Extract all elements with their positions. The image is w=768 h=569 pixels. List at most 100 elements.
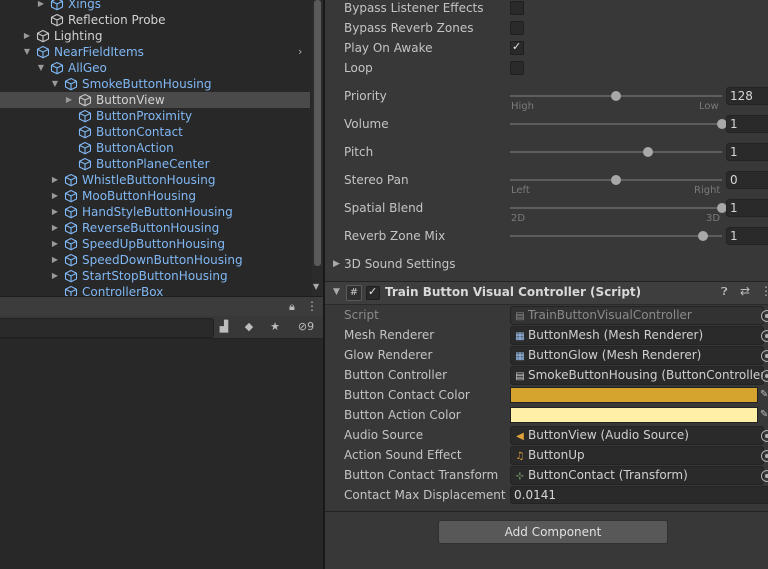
spatial-blend-slider[interactable] [510,203,727,213]
reverb-zone-mix-slider[interactable] [510,231,722,241]
hierarchy-item-label: ButtonAction [96,141,174,155]
volume-field[interactable]: 1 [726,115,768,133]
button-contact-color-swatch[interactable] [510,387,758,403]
expand-arrow-right-icon[interactable]: ▶ [50,172,60,188]
component-menu-icon[interactable]: ⋮ [760,284,768,298]
expand-arrow-right-icon[interactable]: ▶ [50,204,60,220]
hierarchy-item-label: SpeedUpButtonHousing [82,237,225,251]
hierarchy-item[interactable]: ▶ WhistleButtonHousing [0,172,310,188]
glow-renderer-field[interactable]: ▦ ButtonGlow (Mesh Renderer) [510,346,764,365]
scroll-down-arrow-icon[interactable]: ▼ [313,282,319,291]
expand-arrow-right-icon[interactable]: ▶ [64,92,74,108]
hierarchy-item[interactable]: ▶ StartStopButtonHousing [0,268,310,284]
hierarchy-item[interactable]: ButtonProximity [0,108,310,124]
expand-arrow-right-icon[interactable]: ▶ [50,236,60,252]
hierarchy-item[interactable]: ▶ HandStyleButtonHousing [0,204,310,220]
volume-slider[interactable] [510,119,727,129]
3d-sound-settings-foldout[interactable]: ▶ 3D Sound Settings [325,256,768,276]
script-file-icon: ▤ [515,311,525,322]
project-search-input[interactable] [0,318,214,338]
bypass-listener-effects-checkbox[interactable] [510,1,524,15]
audio-source-field[interactable]: ◀ ButtonView (Audio Source) [510,426,764,445]
action-sound-effect-picker-icon[interactable] [761,450,768,462]
reverb-zone-mix-slider-handle[interactable] [697,231,708,241]
hierarchy-panel: ▶ Xings Reflection Probe ▶ Lighting ▼ NearFiel… [0,0,310,296]
hierarchy-item-label: SpeedDownButtonHousing [82,253,243,267]
expand-arrow-right-icon[interactable]: ▶ [22,28,32,44]
prefab-cube-icon [78,157,92,171]
eyedropper-icon[interactable]: ✎ [760,389,768,400]
spatial-blend-hint-3d: 3D [706,213,721,224]
hierarchy-item[interactable]: ▶ ButtonView [0,92,310,108]
spatial-blend-label: Spatial Blend [344,201,424,215]
pitch-slider[interactable] [510,147,722,157]
expand-arrow-right-icon[interactable]: ▶ [50,188,60,204]
expand-arrow-right-icon[interactable]: ▶ [50,220,60,236]
priority-slider-handle[interactable] [611,91,621,101]
hierarchy-item[interactable]: ▼ SmokeButtonHousing [0,76,310,92]
favorites-star-icon[interactable]: ★ [264,318,286,336]
contact-max-displacement-field[interactable]: 0.0141 [510,486,768,504]
button-controller-field[interactable]: ▤ SmokeButtonHousing (ButtonController) [510,366,764,385]
hierarchy-item[interactable]: ButtonAction [0,140,310,156]
component-enabled-checkbox[interactable]: ✓ [366,285,380,300]
hierarchy-item[interactable]: ▶ SpeedDownButtonHousing [0,252,310,268]
priority-slider[interactable] [510,91,722,101]
expand-arrow-right-icon[interactable]: ▶ [50,268,60,284]
pitch-field[interactable]: 1 [726,143,768,161]
lock-icon[interactable]: 🔒︎ [289,300,295,314]
priority-hint-low: Low [699,101,719,112]
expand-arrow-down-icon[interactable]: ▼ [22,44,32,60]
button-controller-picker-icon[interactable] [761,370,768,382]
script-hash-icon: # [346,285,362,301]
hierarchy-item[interactable]: ▶ SpeedUpButtonHousing [0,236,310,252]
button-action-color-swatch[interactable] [510,407,758,423]
button-action-color-label: Button Action Color [344,408,461,422]
script-object-picker-icon [761,310,768,322]
button-contact-transform-picker-icon[interactable] [761,470,768,482]
loop-checkbox[interactable] [510,61,524,75]
hierarchy-item[interactable]: ▼ AllGeo [0,60,310,76]
bypass-reverb-zones-checkbox[interactable] [510,21,524,35]
play-on-awake-checkbox[interactable] [510,40,524,55]
eyedropper-icon[interactable]: ✎ [760,409,768,420]
reverb-zone-mix-field[interactable]: 1 [726,227,768,245]
stereo-pan-field[interactable]: 0 [726,171,768,189]
hierarchy-item[interactable]: ButtonPlaneCenter [0,156,310,172]
hierarchy-item[interactable]: ButtonContact [0,124,310,140]
component-header[interactable]: ▼ # ✓ Train Button Visual Controller (Sc… [325,281,768,305]
expand-arrow-right-icon[interactable]: ▶ [50,252,60,268]
component-foldout-arrow-icon[interactable]: ▼ [333,287,340,297]
button-contact-transform-field[interactable]: ⊹ ButtonContact (Transform) [510,466,764,485]
add-component-button[interactable]: Add Component [438,520,668,544]
open-prefab-chevron-icon[interactable]: › [298,44,302,60]
expand-arrow-down-icon[interactable]: ▼ [36,60,46,76]
glow-renderer-picker-icon[interactable] [761,350,768,362]
audio-source-value: ButtonView (Audio Source) [528,428,689,442]
hierarchy-item[interactable]: ▶ Xings [0,0,310,12]
hierarchy-item[interactable]: ▶ ReverseButtonHousing [0,220,310,236]
hierarchy-item[interactable]: Reflection Probe [0,12,310,28]
stereo-pan-slider[interactable] [510,175,722,185]
help-icon[interactable]: ❓︎ [721,285,728,299]
preset-sliders-icon[interactable]: ⇄ [740,284,750,298]
mesh-renderer-field[interactable]: ▦ ButtonMesh (Mesh Renderer) [510,326,764,345]
hierarchy-item[interactable]: ControllerBox [0,284,310,296]
hidden-packages-toggle[interactable]: ⊘9 [291,318,321,336]
spatial-blend-field[interactable]: 1 [726,199,768,217]
prefab-cube-icon [64,189,78,203]
mesh-renderer-picker-icon[interactable] [761,330,768,342]
action-sound-effect-field[interactable]: ♫ ButtonUp [510,446,764,465]
priority-field[interactable]: 128 [726,87,768,105]
stereo-pan-slider-handle[interactable] [611,175,621,185]
hierarchy-item[interactable]: ▼ NearFieldItems › [0,44,310,60]
hierarchy-item[interactable]: ▶ MooButtonHousing [0,188,310,204]
hierarchy-item[interactable]: ▶ Lighting [0,28,310,44]
hierarchy-scroll-thumb[interactable] [314,0,321,266]
search-by-type-icon[interactable]: ▟ [213,318,235,336]
search-by-label-icon[interactable]: ◆ [238,318,260,336]
expand-arrow-down-icon[interactable]: ▼ [50,76,60,92]
audio-source-picker-icon[interactable] [761,430,768,442]
expand-arrow-right-icon[interactable]: ▶ [36,0,46,12]
more-menu-icon[interactable]: ⋮ [306,299,318,313]
